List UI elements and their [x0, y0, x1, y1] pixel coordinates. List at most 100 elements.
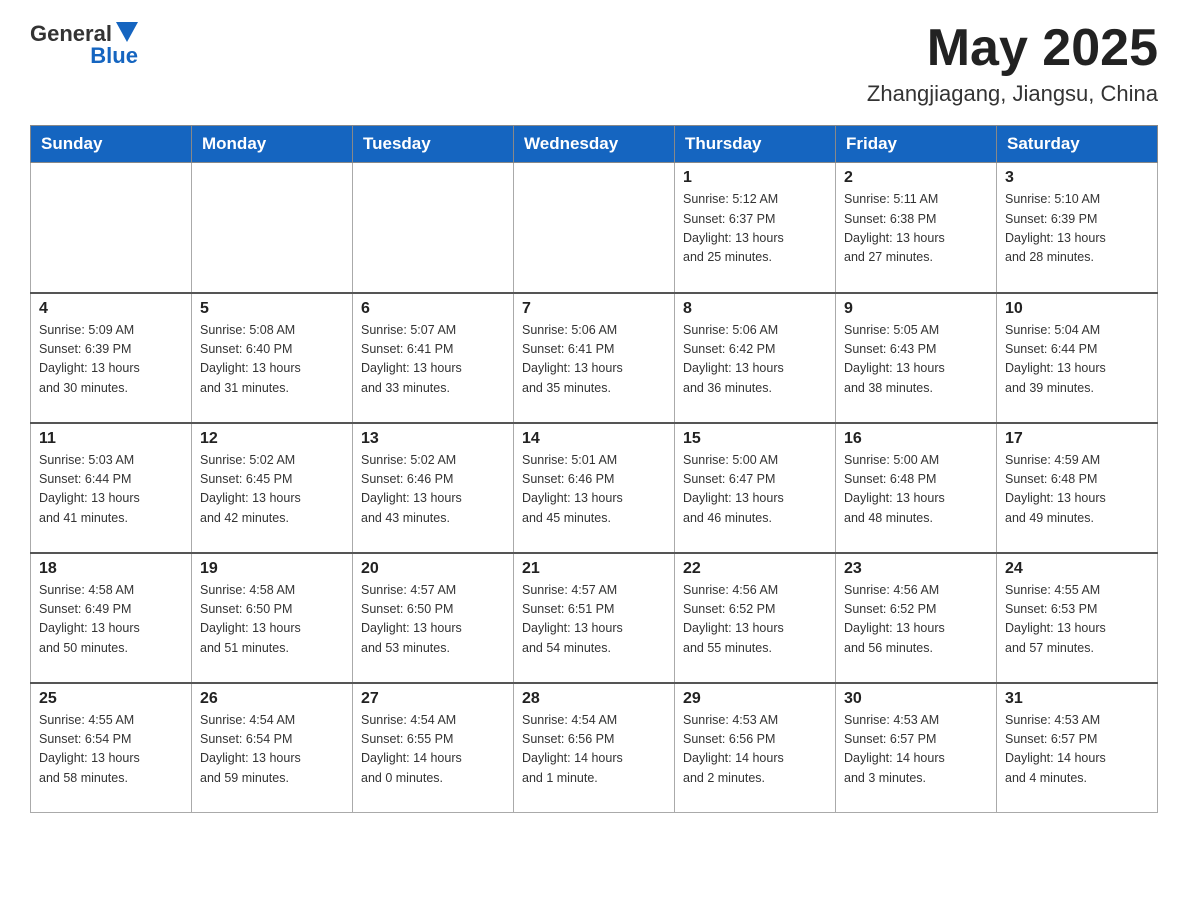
day-number: 6 — [361, 300, 505, 318]
week-row-1: 1 Sunrise: 5:12 AMSunset: 6:37 PMDaylight… — [31, 163, 1158, 293]
col-monday: Monday — [192, 126, 353, 163]
day-number: 23 — [844, 560, 988, 578]
calendar-cell: 25Sunrise: 4:55 AMSunset: 6:54 PMDayligh… — [31, 683, 192, 813]
day-info: Sunrise: 4:58 AMSunset: 6:49 PMDaylight:… — [39, 581, 183, 659]
calendar-cell: 29 Sunrise: 4:53 AMSunset: 6:56 PMDayligh… — [675, 683, 836, 813]
calendar-cell: 10Sunrise: 5:04 AMSunset: 6:44 PMDayligh… — [997, 293, 1158, 423]
calendar-cell: 4Sunrise: 5:09 AMSunset: 6:39 PMDaylight… — [31, 293, 192, 423]
day-number: 20 — [361, 560, 505, 578]
day-info: Sunrise: 4:56 AMSunset: 6:52 PMDaylight:… — [683, 581, 827, 659]
day-info: Sunrise: 5:02 AMSunset: 6:46 PMDaylight:… — [361, 451, 505, 529]
day-number: 24 — [1005, 560, 1149, 578]
day-number: 16 — [844, 430, 988, 448]
page-header: General Blue May 2025 Zhangjiagang, Jian… — [30, 20, 1158, 107]
logo-triangle-icon — [116, 22, 138, 42]
day-info: Sunrise: 4:55 AMSunset: 6:53 PMDaylight:… — [1005, 581, 1149, 659]
day-number: 29 — [683, 690, 827, 708]
day-number: 18 — [39, 560, 183, 578]
day-info: Sunrise: 4:57 AMSunset: 6:51 PMDaylight:… — [522, 581, 666, 659]
calendar-cell: 31 Sunrise: 4:53 AMSunset: 6:57 PMDayligh… — [997, 683, 1158, 813]
day-info: Sunrise: 5:06 AMSunset: 6:41 PMDaylight:… — [522, 321, 666, 399]
day-info: Sunrise: 4:53 AMSunset: 6:57 PMDaylight:… — [844, 711, 988, 789]
day-info: Sunrise: 5:06 AMSunset: 6:42 PMDaylight:… — [683, 321, 827, 399]
day-number: 31 — [1005, 690, 1149, 708]
day-info: Sunrise: 5:00 AMSunset: 6:48 PMDaylight:… — [844, 451, 988, 529]
calendar-cell — [31, 163, 192, 293]
calendar-cell: 28Sunrise: 4:54 AMSunset: 6:56 PMDayligh… — [514, 683, 675, 813]
day-number: 13 — [361, 430, 505, 448]
day-info: Sunrise: 4:53 AMSunset: 6:57 PMDaylight:… — [1005, 711, 1149, 789]
calendar-cell: 7 Sunrise: 5:06 AMSunset: 6:41 PMDaylight… — [514, 293, 675, 423]
calendar-cell: 21Sunrise: 4:57 AMSunset: 6:51 PMDayligh… — [514, 553, 675, 683]
calendar-cell: 3 Sunrise: 5:10 AMSunset: 6:39 PMDaylight… — [997, 163, 1158, 293]
week-row-2: 4Sunrise: 5:09 AMSunset: 6:39 PMDaylight… — [31, 293, 1158, 423]
day-number: 2 — [844, 169, 988, 187]
day-number: 15 — [683, 430, 827, 448]
calendar-cell: 8 Sunrise: 5:06 AMSunset: 6:42 PMDaylight… — [675, 293, 836, 423]
calendar-cell: 13 Sunrise: 5:02 AMSunset: 6:46 PMDayligh… — [353, 423, 514, 553]
day-info: Sunrise: 4:58 AMSunset: 6:50 PMDaylight:… — [200, 581, 344, 659]
day-number: 19 — [200, 560, 344, 578]
calendar-cell: 14 Sunrise: 5:01 AMSunset: 6:46 PMDayligh… — [514, 423, 675, 553]
calendar-header-row: Sunday Monday Tuesday Wednesday Thursday… — [31, 126, 1158, 163]
day-info: Sunrise: 5:12 AMSunset: 6:37 PMDaylight:… — [683, 190, 827, 268]
day-info: Sunrise: 5:01 AMSunset: 6:46 PMDaylight:… — [522, 451, 666, 529]
calendar-cell — [192, 163, 353, 293]
calendar-cell: 11 Sunrise: 5:03 AMSunset: 6:44 PMDayligh… — [31, 423, 192, 553]
day-number: 7 — [522, 300, 666, 318]
calendar-title: May 2025 — [867, 20, 1158, 77]
calendar-cell: 18 Sunrise: 4:58 AMSunset: 6:49 PMDayligh… — [31, 553, 192, 683]
day-number: 11 — [39, 430, 183, 448]
logo-blue-text: Blue — [90, 43, 138, 69]
day-info: Sunrise: 5:11 AMSunset: 6:38 PMDaylight:… — [844, 190, 988, 268]
day-number: 8 — [683, 300, 827, 318]
calendar-cell: 12 Sunrise: 5:02 AMSunset: 6:45 PMDayligh… — [192, 423, 353, 553]
col-thursday: Thursday — [675, 126, 836, 163]
day-number: 1 — [683, 169, 827, 187]
calendar-cell: 17Sunrise: 4:59 AMSunset: 6:48 PMDayligh… — [997, 423, 1158, 553]
calendar-cell: 1 Sunrise: 5:12 AMSunset: 6:37 PMDaylight… — [675, 163, 836, 293]
day-number: 12 — [200, 430, 344, 448]
logo: General Blue — [30, 20, 138, 69]
calendar-cell: 2 Sunrise: 5:11 AMSunset: 6:38 PMDaylight… — [836, 163, 997, 293]
calendar-cell: 30 Sunrise: 4:53 AMSunset: 6:57 PMDayligh… — [836, 683, 997, 813]
calendar-cell: 16 Sunrise: 5:00 AMSunset: 6:48 PMDayligh… — [836, 423, 997, 553]
calendar-subtitle: Zhangjiagang, Jiangsu, China — [867, 81, 1158, 107]
col-friday: Friday — [836, 126, 997, 163]
day-info: Sunrise: 5:03 AMSunset: 6:44 PMDaylight:… — [39, 451, 183, 529]
calendar-cell: 22 Sunrise: 4:56 AMSunset: 6:52 PMDayligh… — [675, 553, 836, 683]
calendar-cell: 9 Sunrise: 5:05 AMSunset: 6:43 PMDaylight… — [836, 293, 997, 423]
day-number: 9 — [844, 300, 988, 318]
day-info: Sunrise: 4:53 AMSunset: 6:56 PMDaylight:… — [683, 711, 827, 789]
calendar-cell: 27Sunrise: 4:54 AMSunset: 6:55 PMDayligh… — [353, 683, 514, 813]
calendar-cell: 6 Sunrise: 5:07 AMSunset: 6:41 PMDaylight… — [353, 293, 514, 423]
day-number: 28 — [522, 690, 666, 708]
day-info: Sunrise: 4:56 AMSunset: 6:52 PMDaylight:… — [844, 581, 988, 659]
day-info: Sunrise: 5:09 AMSunset: 6:39 PMDaylight:… — [39, 321, 183, 399]
day-info: Sunrise: 5:08 AMSunset: 6:40 PMDaylight:… — [200, 321, 344, 399]
day-number: 25 — [39, 690, 183, 708]
calendar-cell: 24 Sunrise: 4:55 AMSunset: 6:53 PMDayligh… — [997, 553, 1158, 683]
day-info: Sunrise: 4:54 AMSunset: 6:54 PMDaylight:… — [200, 711, 344, 789]
col-saturday: Saturday — [997, 126, 1158, 163]
week-row-4: 18 Sunrise: 4:58 AMSunset: 6:49 PMDayligh… — [31, 553, 1158, 683]
calendar-cell: 5 Sunrise: 5:08 AMSunset: 6:40 PMDaylight… — [192, 293, 353, 423]
day-number: 14 — [522, 430, 666, 448]
week-row-5: 25Sunrise: 4:55 AMSunset: 6:54 PMDayligh… — [31, 683, 1158, 813]
day-number: 17 — [1005, 430, 1149, 448]
calendar-table: Sunday Monday Tuesday Wednesday Thursday… — [30, 125, 1158, 813]
col-wednesday: Wednesday — [514, 126, 675, 163]
day-number: 30 — [844, 690, 988, 708]
day-info: Sunrise: 5:02 AMSunset: 6:45 PMDaylight:… — [200, 451, 344, 529]
day-info: Sunrise: 5:05 AMSunset: 6:43 PMDaylight:… — [844, 321, 988, 399]
calendar-cell: 20 Sunrise: 4:57 AMSunset: 6:50 PMDayligh… — [353, 553, 514, 683]
day-number: 22 — [683, 560, 827, 578]
day-info: Sunrise: 5:04 AMSunset: 6:44 PMDaylight:… — [1005, 321, 1149, 399]
day-info: Sunrise: 5:10 AMSunset: 6:39 PMDaylight:… — [1005, 190, 1149, 268]
day-info: Sunrise: 5:07 AMSunset: 6:41 PMDaylight:… — [361, 321, 505, 399]
col-tuesday: Tuesday — [353, 126, 514, 163]
day-number: 5 — [200, 300, 344, 318]
day-info: Sunrise: 4:57 AMSunset: 6:50 PMDaylight:… — [361, 581, 505, 659]
day-number: 3 — [1005, 169, 1149, 187]
calendar-cell: 15Sunrise: 5:00 AMSunset: 6:47 PMDayligh… — [675, 423, 836, 553]
